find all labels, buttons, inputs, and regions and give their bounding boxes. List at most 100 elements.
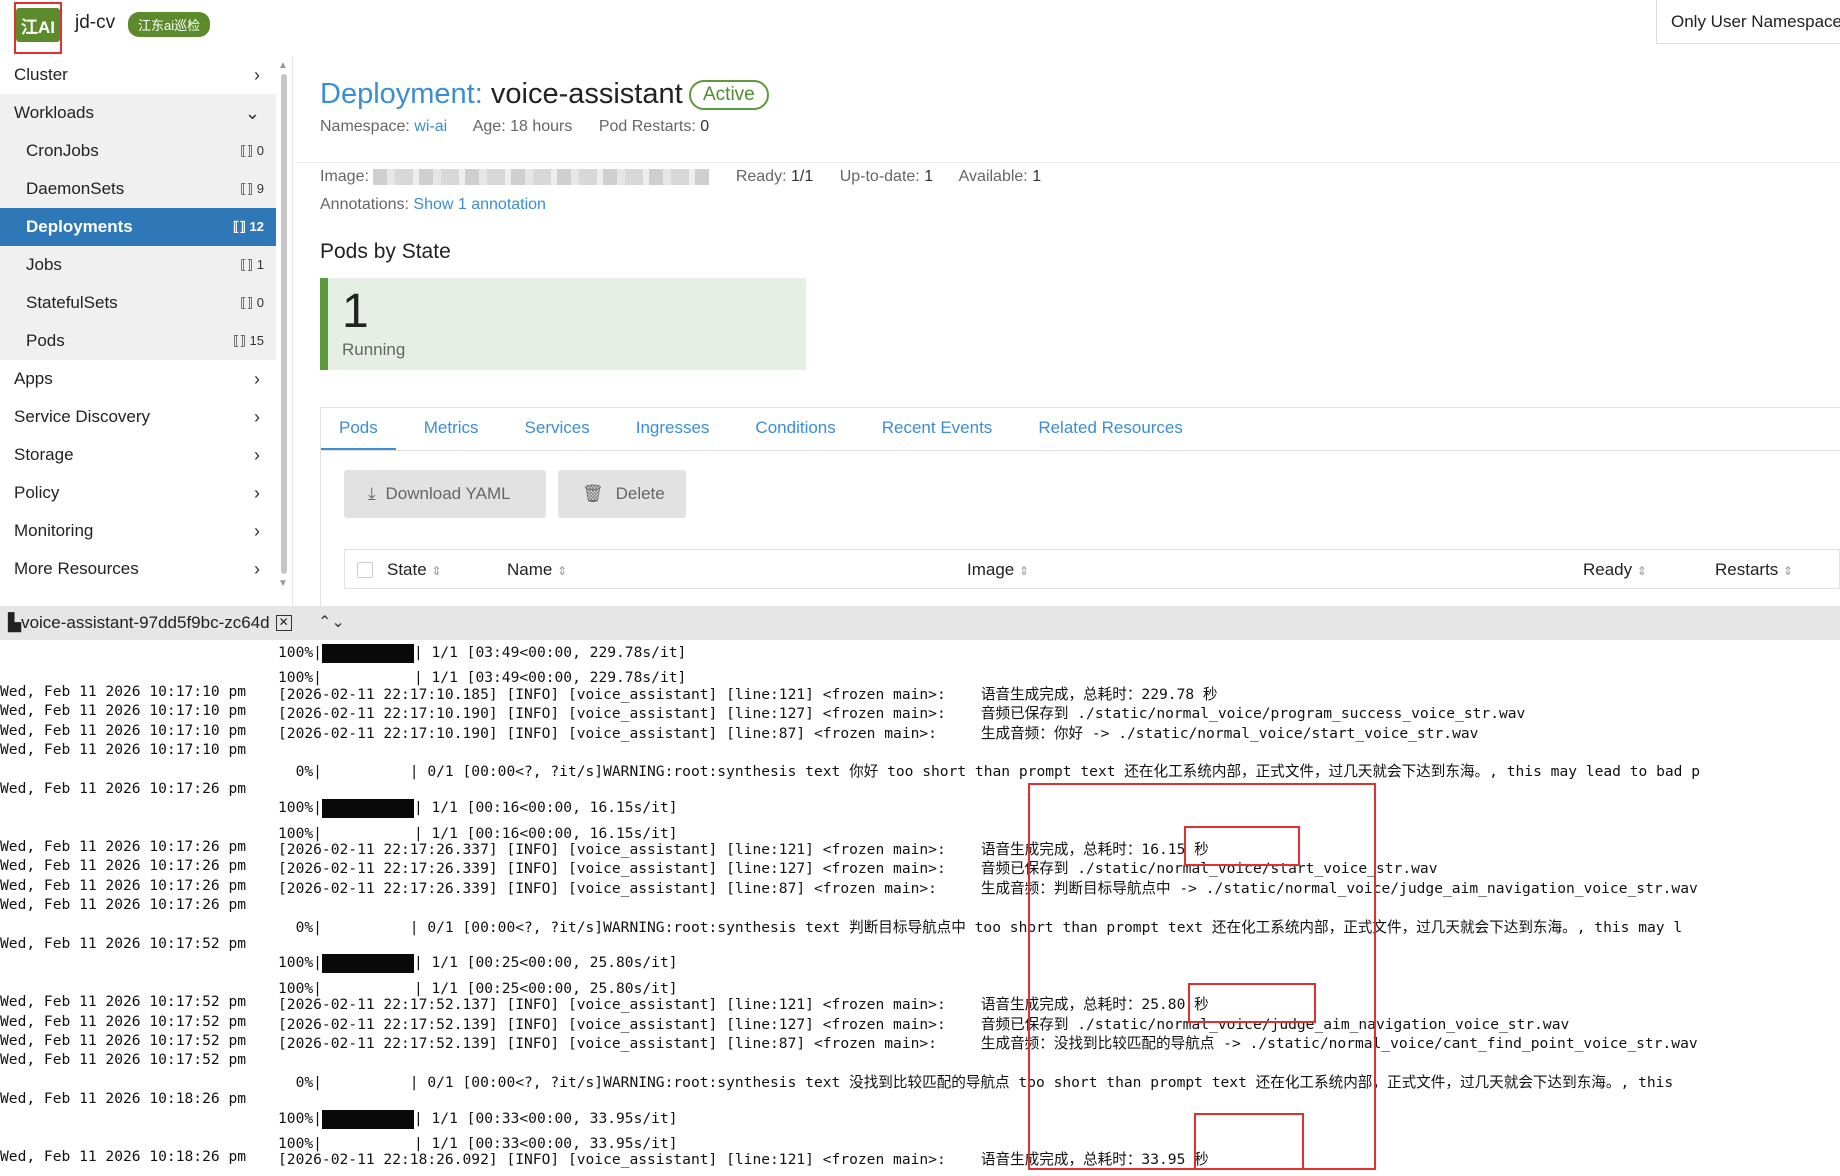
page-title: Deployment: voice-assistant [320,78,683,111]
sidebar-item-workloads[interactable]: Workloads ⌄ [0,94,276,132]
sidebar-item-more-resources[interactable]: More Resources › [0,550,276,588]
pods-table-header: State ⇕ Name ⇕ Image ⇕ Ready ⇕ Restarts … [344,549,1840,589]
sidebar-item-label: Pods [26,331,65,350]
log-message: 0%| | 0/1 [00:00<?, ?it/s]WARNING:root:s… [278,763,1701,781]
download-yaml-button[interactable]: ⤓ Download YAML [344,470,546,518]
log-timestamp: Wed, Feb 11 2026 10:17:26 pm [0,876,247,894]
download-yaml-label: Download YAML [385,484,511,503]
column-ready[interactable]: Ready ⇕ [1583,560,1647,580]
restarts-label: Pod Restarts: [598,118,696,135]
log-timestamp: Wed, Feb 11 2026 10:18:26 pm [0,1090,247,1108]
sort-icon: ⇕ [431,564,442,578]
sidebar-item-label: Cluster [14,65,68,84]
namespace-link[interactable]: wi-ai [414,118,447,135]
progress-bar [321,799,414,819]
chevron-right-icon: › [254,64,260,85]
image-label: Image: [320,168,369,185]
chevron-right-icon: › [254,406,260,427]
log-message: 100%| | 1/1 [00:33<00:00, 33.95s/it] [278,1109,678,1129]
ready-value: 1/1 [790,168,814,185]
log-message: [2026-02-11 22:17:10.190] [INFO] [voice_… [278,705,1526,723]
log-timestamp: Wed, Feb 11 2026 10:17:52 pm [0,1032,247,1049]
sidebar-item-cluster[interactable]: Cluster › [0,56,276,94]
select-all-checkbox[interactable] [357,562,373,578]
log-message: [2026-02-11 22:17:10.190] [INFO] [voice_… [278,724,1479,742]
log-timestamp: Wed, Feb 11 2026 10:17:26 pm [0,857,247,875]
restarts-value: 0 [700,118,710,135]
sidebar-item-storage[interactable]: Storage › [0,436,276,474]
cluster-name[interactable]: jd-cv [75,12,115,34]
sidebar-scrollbar[interactable]: ▲ ▼ [278,60,290,590]
tab-recent-events[interactable]: Recent Events [864,408,1011,450]
annotation-box-time-3 [1194,1113,1304,1170]
tab-ingresses[interactable]: Ingresses [618,408,728,450]
scroll-down-icon[interactable]: ▼ [278,578,288,589]
pod-state-label: Running [342,340,406,359]
progress-bar [321,954,414,974]
meta-row: Namespace: wi-ai Age: 18 hours Pod Resta… [320,118,709,136]
sidebar-item-cronjobs[interactable]: CronJobs ⟦⟧ 0 [0,132,276,170]
resource-kind: Deployment: [320,78,483,110]
available-value: 1 [1032,168,1042,185]
log-message: 100%| | 1/1 [03:49<00:00, 229.78s/it] [278,644,687,663]
log-timestamp: Wed, Feb 11 2026 10:17:52 pm [0,993,247,1011]
tab-metrics[interactable]: Metrics [406,408,497,450]
sidebar-item-label: Workloads [14,103,94,122]
terminal-tab[interactable]: ▙ voice-assistant-97dd5f9bc-zc64d ✕ [8,610,292,636]
column-image[interactable]: Image ⇕ [967,560,1029,580]
scroll-thumb[interactable] [281,74,287,574]
top-bar: 江AI jd-cv 江东ai巡检 Only User Namespaces [0,0,1840,54]
column-restarts[interactable]: Restarts ⇕ [1715,560,1793,580]
header-divider [296,162,1840,163]
progress-bar [321,644,414,663]
sidebar-item-pods[interactable]: Pods ⟦⟧ 15 [0,322,276,360]
sidebar-item-label: Policy [14,483,60,502]
column-state[interactable]: State ⇕ [387,560,442,580]
sidebar-item-daemonsets[interactable]: DaemonSets ⟦⟧ 9 [0,170,276,208]
sidebar-item-service-discovery[interactable]: Service Discovery › [0,398,276,436]
delete-button[interactable]: 🗑 Delete [558,470,686,518]
sidebar-item-statefulsets[interactable]: StatefulSets ⟦⟧ 0 [0,284,276,322]
show-annotations-link[interactable]: Show 1 annotation [413,196,546,213]
tab-services[interactable]: Services [507,408,608,450]
tab-conditions[interactable]: Conditions [737,408,853,450]
image-row: Image: Ready: 1/1 Up-to-date: 1 Availabl… [320,168,1041,186]
namespace-filter[interactable]: Only User Namespaces [1656,0,1840,44]
scroll-up-icon[interactable]: ▲ [278,60,288,71]
chevron-right-icon: › [254,482,260,503]
close-icon[interactable]: ✕ [275,615,292,631]
sidebar-item-deployments[interactable]: Deployments ⟦⟧ 12 [0,208,276,246]
sidebar-item-apps[interactable]: Apps › [0,360,276,398]
terminal-log[interactable]: 100%| | 1/1 [03:49<00:00, 229.78s/it] 100%… [0,640,1840,1176]
main-panel: Deployment: voice-assistant Active Names… [296,50,1840,607]
tab-related-resources[interactable]: Related Resources [1020,408,1201,450]
collapse-toggle-icon[interactable]: ⌃⌄ [318,612,345,632]
column-label: State [387,560,427,579]
log-timestamp: Wed, Feb 11 2026 10:17:10 pm [0,702,247,720]
log-timestamp: Wed, Feb 11 2026 10:17:52 pm [0,1012,247,1030]
sidebar-item-label: StatefulSets [26,293,118,312]
chevron-down-icon: ⌄ [244,102,260,123]
column-label: Name [507,560,553,579]
log-timestamp: Wed, Feb 11 2026 10:17:26 pm [0,896,247,914]
annotations-row: Annotations: Show 1 annotation [320,196,546,214]
resource-count-badge: ⟦⟧ 0 [240,295,264,310]
terminal-tab-label: voice-assistant-97dd5f9bc-zc64d [21,613,270,632]
cluster-badge: 江东ai巡检 [128,12,211,37]
pods-by-state-title: Pods by State [320,240,451,263]
age-value: 18 hours [510,118,573,135]
sidebar-item-label: Apps [14,369,53,388]
sidebar-item-label: DaemonSets [26,179,125,198]
sort-icon: ⇕ [1636,564,1647,578]
column-name[interactable]: Name ⇕ [507,560,567,580]
sidebar-item-label: Storage [14,445,74,464]
age-label: Age: [472,118,506,135]
tab-pods[interactable]: Pods [321,408,396,450]
sidebar-item-monitoring[interactable]: Monitoring › [0,512,276,550]
sidebar-item-policy[interactable]: Policy › [0,474,276,512]
terminal-tab-bar: ▙ voice-assistant-97dd5f9bc-zc64d ✕ ⌃⌄ [0,606,1840,640]
sidebar-item-jobs[interactable]: Jobs ⟦⟧ 1 [0,246,276,284]
resource-name: voice-assistant [490,78,683,110]
sidebar-item-label: Deployments [26,217,133,236]
chevron-right-icon: › [254,520,260,541]
